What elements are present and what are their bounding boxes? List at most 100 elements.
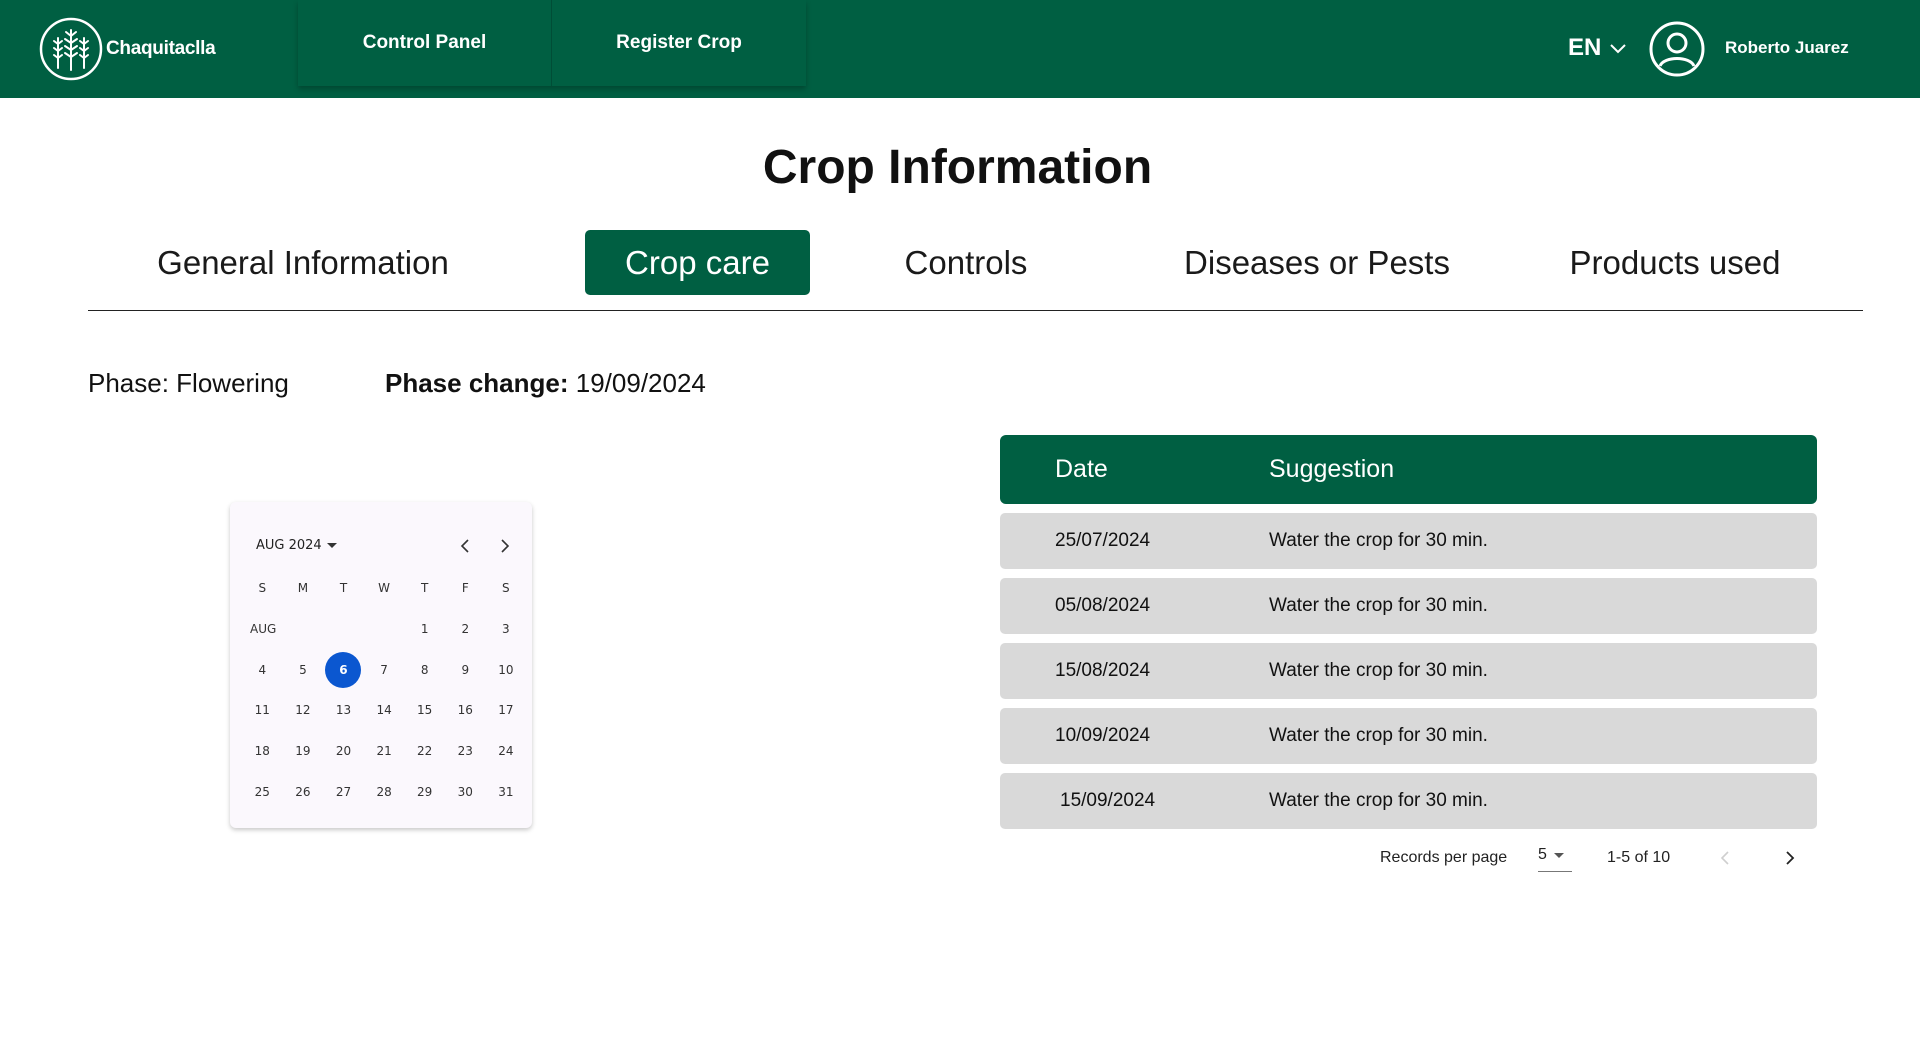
wheat-logo-icon [39, 17, 103, 81]
calendar-day[interactable]: 23 [445, 731, 486, 772]
day-number: 26 [295, 784, 311, 799]
calendar-day[interactable]: 25 [242, 771, 283, 812]
calendar-day[interactable]: 19 [283, 731, 324, 772]
calendar-day[interactable]: 24 [486, 731, 527, 772]
table-header: Date Suggestion [1000, 435, 1817, 504]
row-date: 15/09/2024 [1060, 790, 1156, 811]
phase-change-label: Phase change: [385, 368, 569, 398]
calendar-day[interactable]: 13 [323, 690, 364, 731]
phase-change-value: 19/09/2024 [575, 368, 706, 398]
month-year-selector[interactable]: AUG 2024 [256, 538, 337, 553]
calendar-day[interactable]: 21 [364, 731, 405, 772]
day-number: 2 [461, 622, 470, 637]
next-month-button[interactable] [493, 534, 517, 558]
tab-controls[interactable]: Controls [880, 230, 1052, 295]
date-picker-calendar: AUG 2024 S M T W T F S AUG 1 2 3 4 5 6 7 8 9 10 11 12 13 14 15… [230, 502, 532, 828]
day-number: 11 [254, 703, 270, 718]
main-nav: Control Panel Register Crop [298, 0, 806, 86]
tab-crop-care[interactable]: Crop care [585, 230, 810, 295]
caret-down-icon [326, 543, 337, 548]
caret-down-icon [1553, 853, 1564, 858]
previous-page-button[interactable] [1713, 846, 1737, 870]
tab-general-information[interactable]: General Information [120, 230, 486, 295]
table-row[interactable]: 10/09/2024 Water the crop for 30 min. [1000, 708, 1817, 764]
day-number: 15 [417, 703, 433, 718]
day-number: 20 [335, 744, 352, 759]
day-number: 19 [295, 744, 311, 759]
user-name[interactable]: Roberto Juarez [1725, 38, 1849, 58]
row-date: 25/07/2024 [1055, 530, 1151, 551]
month-label: AUG [250, 622, 277, 637]
day-number: 1 [420, 622, 429, 637]
calendar-day[interactable]: 28 [364, 771, 405, 812]
language-selector[interactable]: EN [1568, 32, 1627, 64]
records-per-page-value: 5 [1538, 846, 1547, 863]
row-suggestion: Water the crop for 30 min. [1269, 790, 1488, 811]
calendar-day[interactable]: 5 [283, 649, 324, 690]
table-row[interactable]: 15/09/2024 Water the crop for 30 min. [1000, 773, 1817, 829]
day-number: 17 [498, 703, 514, 718]
calendar-day[interactable]: 15 [404, 690, 445, 731]
calendar-day[interactable]: 31 [486, 771, 527, 812]
table-row[interactable]: 05/08/2024 Water the crop for 30 min. [1000, 578, 1817, 634]
calendar-grid: S M T W T F S AUG 1 2 3 4 5 6 7 8 9 10 11 12 13 14 15 16 17 18 19 2… [242, 568, 526, 812]
calendar-day[interactable]: 20 [323, 731, 364, 772]
day-number: 13 [335, 703, 352, 718]
day-number: 31 [498, 784, 514, 799]
brand-logo[interactable]: Chaquitaclla [38, 16, 216, 82]
chevron-left-icon [460, 539, 469, 553]
calendar-day[interactable]: 30 [445, 771, 486, 812]
records-per-page-label: Records per page [1380, 849, 1508, 866]
previous-month-button[interactable] [453, 534, 477, 558]
day-number: 12 [295, 703, 311, 718]
calendar-day[interactable]: 26 [283, 771, 324, 812]
row-date: 15/08/2024 [1055, 660, 1151, 681]
calendar-day[interactable]: 18 [242, 731, 283, 772]
day-number: 16 [457, 703, 473, 718]
day-number: 6 [325, 651, 362, 688]
day-number: 3 [502, 622, 510, 637]
calendar-day[interactable]: 12 [283, 690, 324, 731]
month-year-label: AUG 2024 [256, 538, 322, 553]
calendar-day[interactable]: 2 [445, 609, 486, 650]
calendar-day[interactable]: 17 [486, 690, 527, 731]
user-avatar-icon[interactable] [1649, 21, 1705, 77]
calendar-day[interactable]: 7 [364, 649, 405, 690]
calendar-day[interactable]: 1 [404, 609, 445, 650]
calendar-day[interactable]: 4 [242, 649, 283, 690]
nav-register-crop[interactable]: Register Crop [552, 0, 806, 86]
weekday-label: W [378, 581, 391, 596]
phase-label: Phase: Flowering [88, 368, 289, 398]
chevron-right-icon [1786, 851, 1795, 865]
calendar-day[interactable]: 29 [404, 771, 445, 812]
row-suggestion: Water the crop for 30 min. [1269, 595, 1488, 616]
tab-products-used[interactable]: Products used [1540, 230, 1810, 295]
table-row[interactable]: 25/07/2024 Water the crop for 30 min. [1000, 513, 1817, 569]
row-suggestion: Water the crop for 30 min. [1269, 660, 1488, 681]
next-page-button[interactable] [1778, 846, 1802, 870]
row-date: 10/09/2024 [1055, 725, 1151, 746]
calendar-day-selected[interactable]: 6 [323, 649, 364, 690]
calendar-day[interactable]: 27 [323, 771, 364, 812]
day-number: 14 [376, 703, 392, 718]
calendar-day[interactable]: 16 [445, 690, 486, 731]
day-number: 7 [380, 662, 388, 677]
calendar-day[interactable]: 3 [486, 609, 527, 650]
table-row[interactable]: 15/08/2024 Water the crop for 30 min. [1000, 643, 1817, 699]
calendar-day[interactable]: 14 [364, 690, 405, 731]
weekday-label: T [339, 581, 348, 596]
tabs-divider [88, 310, 1863, 311]
calendar-day[interactable]: 8 [404, 649, 445, 690]
calendar-day[interactable]: 10 [486, 649, 527, 690]
pagination-range: 1-5 of 10 [1607, 849, 1671, 866]
day-number: 27 [335, 784, 352, 799]
records-per-page-select[interactable]: 5 [1538, 846, 1572, 872]
calendar-day[interactable]: 22 [404, 731, 445, 772]
nav-control-panel[interactable]: Control Panel [298, 0, 552, 86]
column-header-suggestion: Suggestion [1269, 455, 1395, 483]
calendar-day[interactable]: 9 [445, 649, 486, 690]
calendar-day[interactable]: 11 [242, 690, 283, 731]
weekday-label: F [461, 581, 469, 596]
tab-diseases-or-pests[interactable]: Diseases or Pests [1160, 230, 1474, 295]
day-number: 9 [461, 662, 470, 677]
